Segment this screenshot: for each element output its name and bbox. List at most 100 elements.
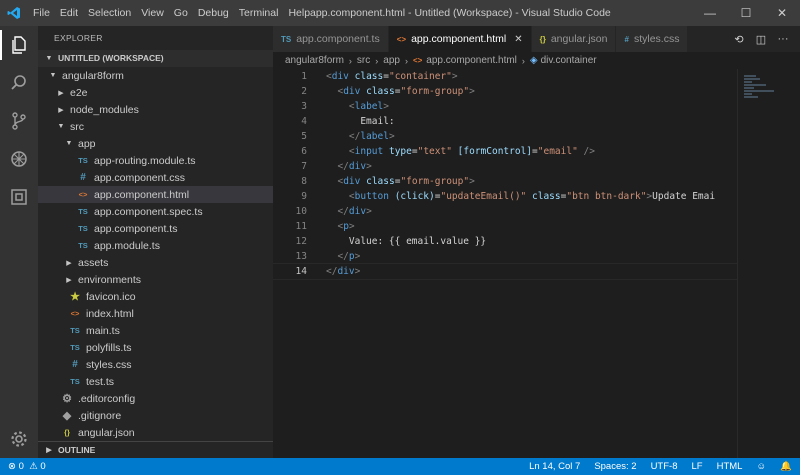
menu-file[interactable]: File [28, 0, 55, 26]
tree-item[interactable]: ◆ .gitignore [38, 407, 273, 424]
css-file-icon: # [80, 172, 86, 183]
menu-selection[interactable]: Selection [83, 0, 136, 26]
cursor-position[interactable]: Ln 14, Col 7 [529, 461, 580, 472]
code-line[interactable]: 4 Email: [273, 114, 737, 129]
tree-item[interactable]: ▼ src [38, 118, 273, 135]
menu-go[interactable]: Go [169, 0, 193, 26]
debug-icon[interactable] [0, 140, 38, 178]
tree-item[interactable]: {} angular.json [38, 424, 273, 441]
tree-item[interactable]: ▶ environments [38, 271, 273, 288]
typescript-file-icon: TS [78, 224, 88, 233]
code-line[interactable]: 7 </div> [273, 159, 737, 174]
favicon-file-icon: ★ [70, 291, 80, 303]
split-editor-icon[interactable]: ◫ [750, 33, 772, 46]
code-token: </ [326, 266, 338, 277]
breadcrumb-item[interactable]: app.component.html [426, 55, 517, 66]
settings-gear-icon[interactable] [0, 420, 38, 458]
code-token: > [354, 251, 361, 262]
language-mode[interactable]: HTML [717, 461, 743, 472]
breadcrumb-item[interactable]: angular8form [285, 55, 344, 66]
problems-indicator[interactable]: ⊗ 0 ⚠ 0 [0, 461, 46, 472]
tree-item-label: styles.css [86, 358, 132, 371]
code-line[interactable]: 14 </div> [273, 263, 737, 280]
tab-angular-json[interactable]: {} angular.json [531, 26, 617, 52]
tab-app-component-html[interactable]: <> app.component.html ✕ [388, 26, 532, 52]
tab-app-component-ts[interactable]: TS app.component.ts [273, 26, 389, 52]
tree-item[interactable]: # app.component.css [38, 169, 273, 186]
menu-terminal[interactable]: Terminal [234, 0, 284, 26]
menu-edit[interactable]: Edit [55, 0, 83, 26]
code-line[interactable]: 5 </label> [273, 129, 737, 144]
code-line[interactable]: 2 <div class="form-group"> [273, 84, 737, 99]
tree-item[interactable]: ▼ angular8form [38, 67, 273, 84]
tree-item[interactable]: <> app.component.html [38, 186, 273, 203]
breadcrumb-item[interactable]: app [383, 55, 400, 66]
line-ending[interactable]: LF [691, 461, 702, 472]
close-button[interactable]: ✕ [764, 0, 800, 26]
explorer-sidebar: EXPLORER ▼ UNTITLED (WORKSPACE) ▼ angular… [38, 26, 273, 458]
tree-item[interactable]: ▶ e2e [38, 84, 273, 101]
line-number: 5 [301, 131, 307, 142]
tree-item[interactable]: TS polyfills.ts [38, 339, 273, 356]
files-icon[interactable] [0, 26, 38, 64]
notifications-icon[interactable]: 🔔 [780, 461, 792, 472]
breadcrumb-item[interactable]: src [357, 55, 370, 66]
workspace-header[interactable]: ▼ UNTITLED (WORKSPACE) [38, 50, 273, 67]
error-icon: ⊗ [8, 461, 16, 472]
code-token: "form-group" [400, 86, 470, 97]
maximize-button[interactable]: ☐ [728, 0, 764, 26]
vscode-logo-icon [0, 0, 28, 26]
menu-view[interactable]: View [136, 0, 169, 26]
tree-item[interactable]: TS test.ts [38, 373, 273, 390]
code-line[interactable]: 13 </p> [273, 249, 737, 264]
tree-item[interactable]: TS app-routing.module.ts [38, 152, 273, 169]
tree-item[interactable]: ▶ assets [38, 254, 273, 271]
code-token: class [354, 71, 384, 82]
tree-item[interactable]: <> index.html [38, 305, 273, 322]
source-control-icon[interactable] [0, 102, 38, 140]
close-icon[interactable]: ✕ [514, 34, 522, 45]
tree-item-label: main.ts [86, 324, 120, 337]
html-file-icon: <> [412, 56, 423, 65]
html-file-icon: <> [70, 309, 80, 318]
open-changes-icon[interactable]: ⟲ [728, 33, 750, 46]
code-line[interactable]: 8 <div class="form-group"> [273, 174, 737, 189]
outline-header[interactable]: ▶ OUTLINE [38, 441, 273, 458]
code-token: > [354, 266, 361, 277]
minimize-button[interactable]: — [692, 0, 728, 26]
code-editor[interactable]: 1 <div class="container"> 2 <div class="fo… [273, 69, 737, 458]
tree-item[interactable]: # styles.css [38, 356, 273, 373]
code-line[interactable]: 3 <label> [273, 99, 737, 114]
breadcrumb-item[interactable]: div.container [541, 55, 597, 66]
json-file-icon: {} [539, 34, 546, 44]
menu-debug[interactable]: Debug [193, 0, 234, 26]
code-line[interactable]: 10 </div> [273, 204, 737, 219]
search-icon[interactable] [0, 64, 38, 102]
code-line[interactable]: 6 <input type="text" [formControl]="emai… [273, 144, 737, 159]
code-token: div [331, 71, 349, 82]
code-token: class [366, 176, 395, 187]
tab-styles-css[interactable]: # styles.css [616, 26, 689, 52]
tree-item[interactable]: ⚙ .editorconfig [38, 390, 273, 407]
extensions-icon[interactable] [0, 178, 38, 216]
code-line[interactable]: 1 <div class="container"> [273, 69, 737, 84]
code-line[interactable]: 9 <button (click)="updateEmail()" class=… [273, 189, 737, 204]
code-line[interactable]: 11 <p> [273, 219, 737, 234]
tree-item[interactable]: TS main.ts [38, 322, 273, 339]
line-number: 3 [301, 101, 307, 112]
tree-item[interactable]: TS app.component.spec.ts [38, 203, 273, 220]
tree-item[interactable]: TS app.component.ts [38, 220, 273, 237]
minimap[interactable] [737, 69, 800, 458]
encoding[interactable]: UTF-8 [651, 461, 678, 472]
warning-icon: ⚠ [29, 461, 38, 472]
tree-item[interactable]: ▼ app [38, 135, 273, 152]
typescript-file-icon: TS [78, 156, 88, 165]
feedback-icon[interactable]: ☺ [756, 461, 766, 472]
tree-item[interactable]: ▶ node_modules [38, 101, 273, 118]
indentation[interactable]: Spaces: 2 [594, 461, 636, 472]
code-line[interactable]: 12 Value: {{ email.value }} [273, 234, 737, 249]
tree-item[interactable]: ★ favicon.ico [38, 288, 273, 305]
code-token: "container" [388, 71, 452, 82]
more-actions-icon[interactable]: ··· [772, 33, 794, 45]
tree-item[interactable]: TS app.module.ts [38, 237, 273, 254]
